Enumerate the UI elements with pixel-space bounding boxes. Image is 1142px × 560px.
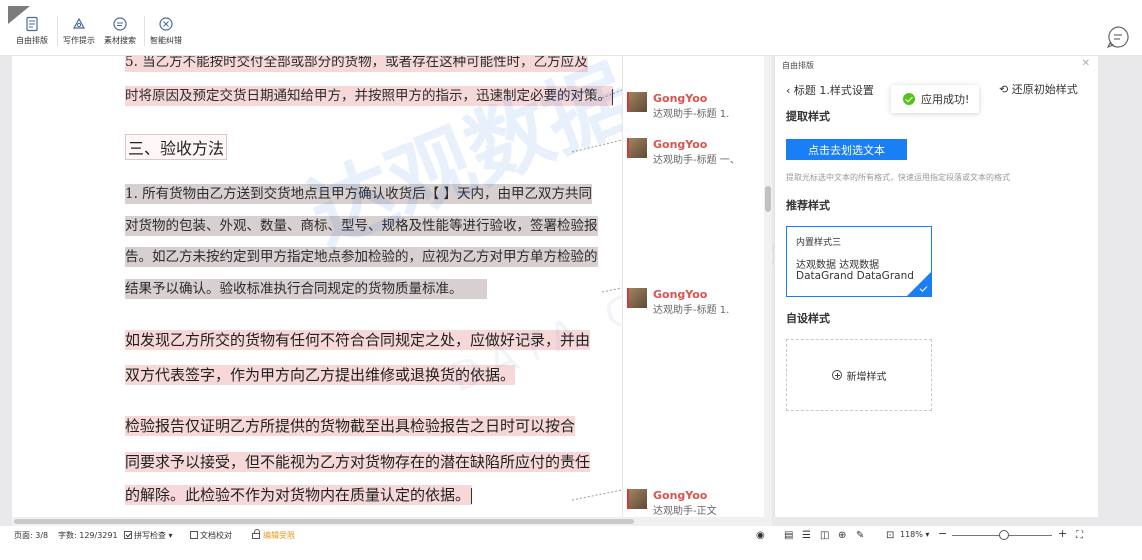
style-card-sample-cn: 达观数据 达观数据 (796, 260, 880, 271)
doc-line: 同要求予以接受，但不能视为乙方对货物存在的潜在缺陷所应付的责任 (125, 452, 591, 472)
doc-layout-icon (24, 16, 40, 32)
ribbon-divider (144, 16, 145, 46)
close-icon[interactable]: ✕ (1082, 58, 1090, 69)
writing-hint-button[interactable]: 写作提示 (63, 16, 95, 52)
doc-line: 5. 当乙方不能按时交付全部或部分的货物，或者存在这种可能性时，乙方应及 (125, 56, 588, 72)
free-layout-label: 自由排版 (16, 36, 48, 45)
ribbon-divider (57, 16, 58, 46)
comment-author: GongYoo (653, 92, 708, 105)
custom-style-heading: 自设样式 (786, 312, 830, 325)
restore-label: 还原初始样式 (1011, 83, 1078, 96)
doc-line: 如发现乙方所交的货物有任何不符合合同规定之处，应做好记录，并由 (125, 330, 591, 350)
comment-author: GongYoo (653, 138, 708, 151)
zoom-out-button[interactable]: − (938, 527, 947, 540)
comment-author: GongYoo (653, 489, 708, 502)
pen-icon[interactable]: ✎ (856, 530, 867, 541)
doc-line: 对货物的包装、外观、数量、商标、型号、规格及性能等进行验收，签署检验报 (125, 216, 598, 236)
zoom-level[interactable]: 118% ▾ (900, 530, 929, 539)
edit-limit-status[interactable]: 编辑受限 (252, 529, 295, 541)
doc-line: 时将原因及预定交货日期通知给甲方，并按照甲方的指示，迅速制定必要的对策。 (125, 86, 613, 106)
eye-icon[interactable]: ◉ (756, 530, 767, 541)
comment-card[interactable]: GongYoo 达观助手-标题 1. (627, 288, 729, 316)
avatar (627, 138, 647, 158)
lock-icon (252, 529, 260, 539)
comment-text: 达观助手-标题 一、 (653, 155, 740, 166)
success-check-icon (903, 93, 915, 105)
selected-corner (907, 272, 931, 296)
free-layout-button[interactable]: 自由排版 (16, 16, 48, 52)
doc-line: 告。如乙方未按约定到甲方指定地点参加检验的，应视为乙方对甲方单方检验的 (125, 247, 598, 267)
doc-line: 结果予以确认。验收标准执行合同规定的货物质量标准。 (125, 279, 487, 299)
spell-check-toggle[interactable]: 拼写检查 ▾ (124, 530, 173, 541)
doc-line: 的解除。此检验不作为对货物内在质量认定的依据。 (125, 485, 473, 505)
zoom-slider-thumb[interactable] (999, 530, 1009, 540)
builtin-style-card[interactable]: 内置样式三 达观数据 达观数据 DataGrand DataGrand (786, 226, 932, 297)
toast-text: 应用成功! (921, 93, 970, 106)
add-style-label: 新增样式 (846, 371, 887, 383)
material-search-button[interactable]: 素材搜索 (104, 16, 136, 52)
material-search-label: 素材搜索 (104, 36, 136, 45)
web-view-icon[interactable]: ⊕ (838, 530, 849, 541)
back-label: 标题 1.样式设置 (793, 84, 874, 97)
comments-column: GongYoo 达观助手-标题 1. GongYoo 达观助手-标题 一、 Gong… (622, 56, 764, 517)
doc-line: 双方代表签字，作为甲方向乙方提出维修或退换货的依据。 (125, 365, 516, 385)
comment-card[interactable]: GongYoo 达观助手-标题 一、 (627, 138, 740, 166)
checkbox-icon (124, 531, 132, 539)
chat-bubble-icon[interactable] (1106, 25, 1130, 49)
scrollbar-thumb[interactable] (765, 186, 771, 212)
plus-circle-icon (831, 370, 842, 380)
proof-icon (190, 531, 198, 539)
restore-default-button[interactable]: ⟲ 还原初始样式 (999, 81, 1078, 97)
panel-title: 自由排版 (782, 61, 814, 70)
document-page[interactable]: 5. 当乙方不能按时交付全部或部分的货物，或者存在这种可能性时，乙方应及 时将原… (12, 56, 622, 517)
smart-correct-label: 智能纠错 (150, 36, 182, 45)
writing-hint-icon (71, 16, 87, 32)
smart-correct-button[interactable]: 智能纠错 (150, 16, 182, 52)
read-view-icon[interactable]: ◫ (820, 530, 831, 541)
success-toast: 应用成功! (891, 85, 979, 113)
comment-text: 达观助手-正文 (653, 506, 717, 517)
doc-line: 1. 所有货物由乙方送到交货地点且甲方确认收货后【 】天内，由甲乙双方共同 (125, 184, 592, 204)
avatar (627, 92, 647, 112)
app-window: 自由排版 写作提示 素材搜索 智能纠错 5. 当乙方不能按时交付全部或部分的货物… (0, 0, 1142, 560)
word-count: 字数: 129/3291 (58, 531, 118, 540)
back-button[interactable]: ‹ 标题 1.样式设置 (786, 82, 874, 98)
text-cursor (471, 487, 473, 504)
smart-correct-icon (158, 16, 174, 32)
page-indicator: 页面: 3/8 (14, 531, 49, 540)
undo-icon: ⟲ (999, 83, 1009, 96)
style-card-sample-en: DataGrand DataGrand (796, 270, 914, 282)
doc-proof-button[interactable]: 文档校对 (190, 530, 232, 541)
scrollbar-thumb[interactable] (14, 519, 634, 524)
comment-text: 达观助手-标题 1. (653, 109, 730, 120)
fit-page-icon[interactable]: ⊡ (886, 530, 897, 541)
page-view-icon[interactable]: ▤ (784, 530, 795, 541)
vertical-scrollbar[interactable] (764, 56, 772, 517)
pick-text-button[interactable]: 点击去划选文本 (786, 139, 907, 160)
writing-hint-label: 写作提示 (63, 36, 95, 45)
fullscreen-icon[interactable]: ⛶ (1076, 530, 1087, 541)
avatar (627, 489, 647, 509)
style-card-name: 内置样式三 (796, 238, 842, 248)
outline-view-icon[interactable]: ☰ (802, 530, 813, 541)
comment-text: 达观助手-标题 1. (653, 305, 730, 316)
avatar (627, 288, 647, 308)
horizontal-scrollbar[interactable] (12, 517, 772, 526)
comment-author: GongYoo (653, 288, 708, 301)
status-bar: 页面: 3/8 字数: 129/3291 拼写检查 ▾ 文档校对 编辑受限 ◉ … (0, 526, 1142, 546)
free-layout-panel: 自由排版 ✕ ‹ 标题 1.样式设置 应用成功! ⟲ 还原初始样式 提取样式 点… (774, 56, 1098, 517)
comment-connector-lines (572, 89, 622, 501)
extract-hint: 提取光标选中文本的所有格式，快速运用指定段落或文本的格式 (786, 173, 1010, 182)
comment-card[interactable]: GongYoo 达观助手-标题 1. (627, 92, 729, 120)
ribbon-toolbar: 自由排版 写作提示 素材搜索 智能纠错 (0, 0, 1142, 56)
extract-style-heading: 提取样式 (786, 110, 830, 123)
material-search-icon (112, 16, 128, 32)
recommend-style-heading: 推荐样式 (786, 199, 830, 212)
comment-card[interactable]: GongYoo 达观助手-正文 (627, 489, 717, 517)
add-style-button[interactable]: 新增样式 (786, 339, 932, 411)
doc-line: 检验报告仅证明乙方所提供的货物截至出具检验报告之日时可以按合 (125, 416, 576, 436)
zoom-in-button[interactable]: + (1058, 527, 1067, 540)
section-heading: 三、验收方法 (125, 134, 228, 160)
